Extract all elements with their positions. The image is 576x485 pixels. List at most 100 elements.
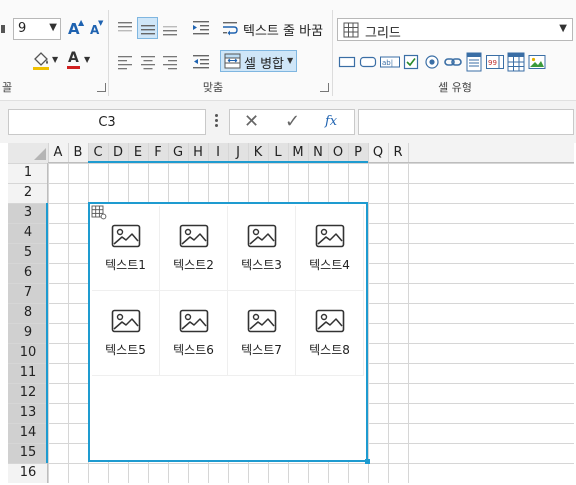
row-header-3[interactable]: 3 — [8, 203, 48, 223]
row-header-4[interactable]: 4 — [8, 223, 48, 243]
radio-button-icon[interactable] — [424, 54, 440, 70]
column-header-k[interactable]: K — [248, 143, 268, 163]
cell-type-value: 그리드 — [365, 26, 401, 41]
grid-tile[interactable]: 텍스트5 — [92, 291, 160, 376]
row-header-15[interactable]: 15 — [8, 443, 48, 463]
column-header-f[interactable]: F — [148, 143, 168, 163]
wrap-text-button[interactable]: 텍스트 줄 바꿈 — [222, 18, 326, 40]
image-icon — [111, 309, 141, 333]
image-cell-icon[interactable] — [528, 54, 546, 70]
row-header-5[interactable]: 5 — [8, 243, 48, 263]
grid-tile[interactable]: 텍스트2 — [160, 206, 228, 291]
font-color-button[interactable]: A ▼ — [66, 50, 96, 72]
button-shape-icon[interactable] — [359, 54, 377, 70]
cancel-icon[interactable]: ✕ — [244, 111, 259, 132]
checkbox-icon[interactable] — [403, 54, 419, 70]
column-header-e[interactable]: E — [128, 143, 148, 163]
row-header-13[interactable]: 13 — [8, 403, 48, 423]
textbox-icon[interactable]: ab| — [380, 54, 400, 70]
image-icon — [315, 309, 345, 333]
column-header-i[interactable]: I — [208, 143, 228, 163]
decrease-font-button[interactable]: A ▼ — [88, 18, 104, 40]
grid-cell-range[interactable]: 텍스트1 텍스트2 텍스트3 텍스트4 텍스트5 텍스트6 텍스트7 텍스트8 — [88, 202, 370, 464]
select-all-triangle-icon — [34, 148, 46, 160]
alignment-dialog-launcher-icon[interactable] — [320, 83, 329, 92]
rectangle-shape-icon[interactable] — [338, 54, 356, 70]
column-header-o[interactable]: O — [328, 143, 348, 163]
column-header-b[interactable]: B — [68, 143, 88, 163]
grid-tile[interactable]: 텍스트3 — [228, 206, 296, 291]
grid-tile[interactable]: 텍스트4 — [296, 206, 364, 291]
grid-table-icon[interactable] — [507, 52, 525, 72]
row-header-2[interactable]: 2 — [8, 183, 48, 203]
grid-icon — [343, 22, 359, 38]
confirm-icon[interactable]: ✓ — [285, 111, 300, 132]
merge-cells-button[interactable]: 셀 병합 ▼ — [220, 50, 297, 72]
hyperlink-icon[interactable] — [444, 54, 462, 70]
wrap-text-label: 텍스트 줄 바꿈 — [243, 24, 324, 39]
chevron-down-icon: ▼ — [559, 23, 567, 34]
row-header-6[interactable]: 6 — [8, 263, 48, 283]
row-header-14[interactable]: 14 — [8, 423, 48, 443]
resize-handle[interactable] — [365, 459, 370, 464]
chevron-down-icon: ▼ — [49, 22, 57, 33]
image-icon — [179, 309, 209, 333]
align-center-icon[interactable] — [140, 54, 156, 70]
outdent-icon[interactable] — [192, 54, 210, 70]
formula-input[interactable] — [358, 109, 574, 135]
column-header-p[interactable]: P — [348, 143, 368, 163]
column-header-r[interactable]: R — [388, 143, 408, 163]
align-top-icon[interactable] — [117, 20, 133, 36]
row-header-9[interactable]: 9 — [8, 323, 48, 343]
grid-tile[interactable]: 텍스트7 — [228, 291, 296, 376]
fill-color-button[interactable]: ▼ — [30, 50, 60, 72]
function-icon[interactable]: fx — [325, 114, 337, 129]
chevron-down-icon: ▼ — [84, 55, 91, 64]
row-header-10[interactable]: 10 — [8, 343, 48, 363]
ribbon-separator — [332, 10, 333, 96]
image-icon — [111, 224, 141, 248]
column-header-j[interactable]: J — [228, 143, 248, 163]
column-header-c[interactable]: C — [88, 143, 108, 163]
column-header-h[interactable]: H — [188, 143, 208, 163]
row-header-1[interactable]: 1 — [8, 163, 48, 183]
row-header-16[interactable]: 16 — [8, 463, 48, 483]
row-header-7[interactable]: 7 — [8, 283, 48, 303]
column-header-l[interactable]: L — [268, 143, 288, 163]
column-header-n[interactable]: N — [308, 143, 328, 163]
grid-tile-label: 텍스트2 — [173, 258, 214, 272]
font-dialog-launcher-icon[interactable] — [97, 83, 106, 92]
image-icon — [247, 309, 277, 333]
cell-type-select[interactable]: 그리드 ▼ — [337, 18, 573, 41]
row-header-8[interactable]: 8 — [8, 303, 48, 323]
row-header-11[interactable]: 11 — [8, 363, 48, 383]
column-header-m[interactable]: M — [288, 143, 308, 163]
ribbon: 9 ▼ A ▲ A ▼ ▼ A ▼ 꼴 텍스트 줄 바꿈 셀 병합 ▼ 맞춤 그… — [0, 0, 576, 101]
grid-tile-label: 텍스트6 — [173, 343, 214, 357]
increase-font-button[interactable]: A ▲ — [66, 18, 84, 40]
align-right-icon[interactable] — [162, 54, 178, 70]
number-input-icon[interactable]: 99 — [486, 54, 504, 70]
name-box[interactable]: C3 — [8, 109, 206, 135]
align-middle-button[interactable] — [137, 17, 158, 39]
column-header-a[interactable]: A — [48, 143, 68, 163]
font-size-value: 9 — [18, 21, 27, 36]
name-box-value: C3 — [98, 115, 116, 130]
font-color-partial-icon[interactable] — [0, 22, 6, 36]
more-options-icon[interactable] — [213, 113, 219, 131]
list-icon[interactable] — [466, 52, 482, 72]
formula-actions: ✕ ✓ fx — [229, 109, 355, 135]
align-left-icon[interactable] — [117, 54, 133, 70]
grid-tile-label: 텍스트5 — [105, 343, 146, 357]
column-header-g[interactable]: G — [168, 143, 188, 163]
indent-icon[interactable] — [192, 20, 210, 36]
font-size-select[interactable]: 9 ▼ — [13, 18, 61, 40]
grid-tile[interactable]: 텍스트1 — [92, 206, 160, 291]
row-header-12[interactable]: 12 — [8, 383, 48, 403]
column-header-d[interactable]: D — [108, 143, 128, 163]
column-header-q[interactable]: Q — [368, 143, 388, 163]
arrow-up-icon: ▲ — [78, 18, 85, 27]
grid-tile[interactable]: 텍스트6 — [160, 291, 228, 376]
align-bottom-icon[interactable] — [162, 20, 178, 36]
grid-tile[interactable]: 텍스트8 — [296, 291, 364, 376]
